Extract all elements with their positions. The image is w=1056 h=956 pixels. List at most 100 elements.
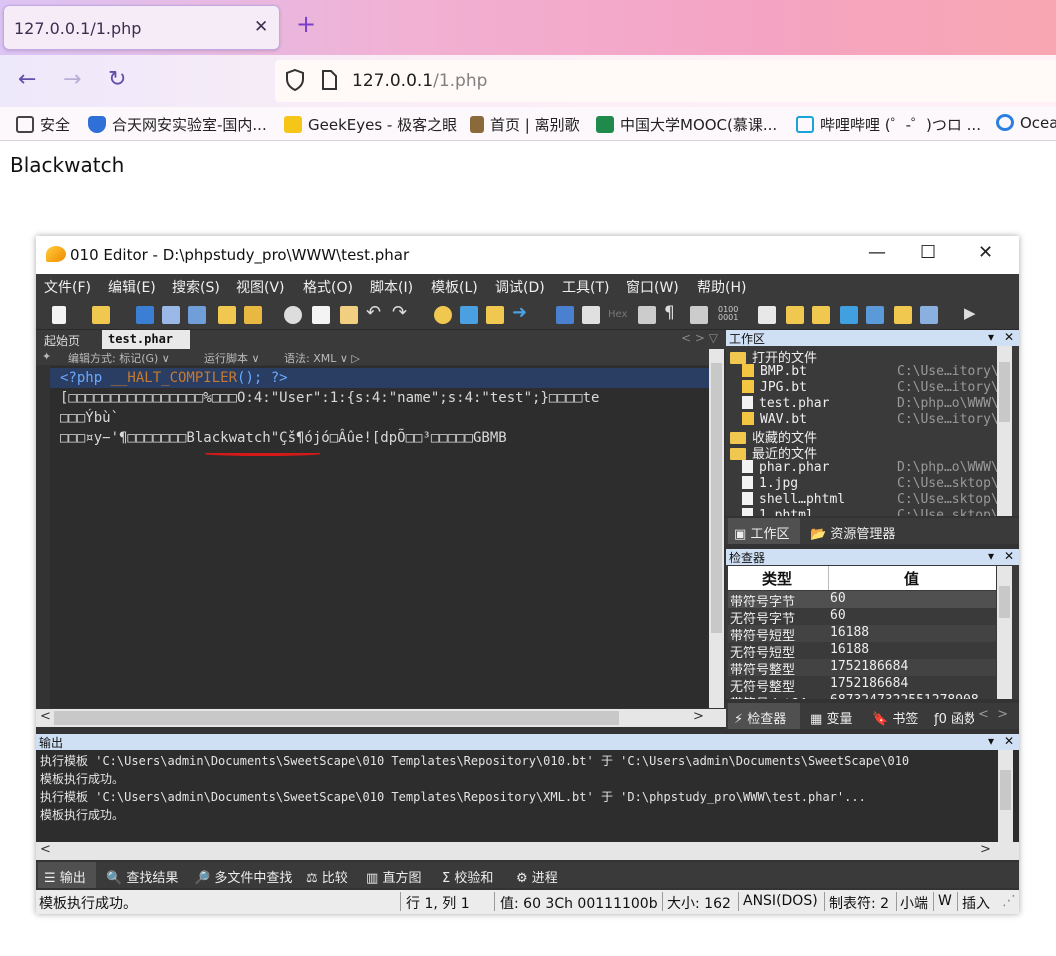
tab-compare[interactable]: ⚖ 比较 — [306, 867, 348, 886]
scroll-left-icon[interactable]: < — [40, 842, 51, 857]
address-bar[interactable]: 127.0.0.1/1.php — [275, 60, 1056, 102]
browser-tab[interactable]: 127.0.0.1/1.php ✕ — [3, 5, 280, 50]
play-icon[interactable]: ▶ — [964, 304, 982, 322]
open-folder-icon[interactable] — [92, 306, 110, 324]
base-convert-icon[interactable] — [920, 306, 938, 324]
workspace-file-item[interactable]: BMP.bt C:\Use…itory\ — [742, 364, 999, 379]
inspector-row[interactable]: 无符号短型 16188 — [728, 642, 996, 661]
output-scrollbar[interactable] — [998, 750, 1013, 842]
resize-grip-icon[interactable]: ⋰ — [1002, 893, 1016, 909]
status-encoding[interactable]: ANSI(DOS) — [743, 893, 818, 909]
tab-bookmarks[interactable]: 🔖 书签 — [872, 708, 918, 727]
scrollbar-thumb[interactable] — [1000, 770, 1011, 810]
columns-icon[interactable] — [638, 306, 656, 324]
new-tab-plus-icon[interactable]: + — [296, 10, 316, 38]
bookmark-hetian[interactable]: 合天网安实验室-国内... — [88, 114, 267, 135]
bookmark-folder-security[interactable]: 安全 — [16, 114, 70, 135]
inspector-row[interactable]: 带符号 Int64 6873247322551278908 — [728, 693, 996, 699]
workspace-icon[interactable] — [244, 306, 262, 324]
workspace-file-item[interactable]: 1.phtml C:\Use…sktop\ — [742, 508, 997, 516]
hex-icon[interactable]: Hex — [608, 309, 627, 327]
text-layout-icon[interactable] — [690, 306, 708, 324]
scrollbar-thumb[interactable] — [999, 362, 1010, 422]
run-script-dropdown[interactable]: 运行脚本 ∨ — [204, 350, 260, 366]
status-value[interactable]: 值: 60 3Ch 00111100b — [500, 893, 658, 913]
menu-help[interactable]: 帮助(H) — [697, 277, 746, 297]
replace-icon[interactable] — [460, 306, 478, 324]
paste-icon[interactable] — [340, 306, 358, 324]
workspace-file-item[interactable]: test.phar D:\php…o\WWW\ — [742, 396, 999, 411]
workspace-file-item[interactable]: WAV.bt C:\Use…itory\ — [742, 412, 999, 427]
save-as-icon[interactable] — [162, 306, 180, 324]
code-editor[interactable]: <?php __HALT_COMPILER(); ?> [□□□□□□□□□□□… — [50, 366, 709, 708]
bookmark-geekeyes[interactable]: GeekEyes - 极客之眼 — [284, 114, 457, 135]
tab-explorer[interactable]: 📂 资源管理器 — [810, 523, 895, 542]
dropdown-icon[interactable]: ▾ — [988, 549, 994, 563]
save-icon[interactable] — [136, 306, 154, 324]
dropdown-icon[interactable]: ▾ — [988, 330, 994, 344]
find-in-files-icon[interactable] — [486, 306, 504, 324]
close-icon[interactable]: ✕ — [1004, 549, 1014, 563]
status-tab-size[interactable]: 制表符: 2 — [829, 893, 889, 913]
tab-scroll-arrows[interactable]: < > ▽ — [681, 331, 718, 345]
checksum-icon[interactable] — [894, 306, 912, 324]
menu-file[interactable]: 文件(F) — [44, 277, 91, 297]
status-size[interactable]: 大小: 162 — [667, 893, 731, 913]
menu-format[interactable]: 格式(O) — [303, 277, 353, 297]
calculator-icon[interactable] — [758, 306, 776, 324]
status-insert-mode[interactable]: 插入 — [962, 893, 990, 913]
new-file-icon[interactable] — [52, 306, 66, 324]
close-icon[interactable]: ✕ — [978, 242, 993, 263]
compare-icon[interactable] — [812, 306, 830, 324]
bookmark-homepage[interactable]: 首页 | 离别歌 — [470, 114, 580, 135]
code-vertical-scrollbar[interactable] — [709, 349, 724, 708]
folder-icon[interactable] — [218, 306, 236, 324]
menu-debug[interactable]: 调试(D) — [495, 277, 545, 297]
close-icon[interactable]: ✕ — [1004, 330, 1014, 344]
forward-arrow-icon[interactable]: → — [63, 67, 81, 92]
inspector-row[interactable]: 无符号字节 60 — [728, 608, 996, 627]
inspector-row[interactable]: 带符号短型 16188 — [728, 625, 996, 644]
tab-workspace[interactable]: ▣ 工作区 — [728, 518, 800, 544]
histogram-icon[interactable] — [866, 306, 884, 324]
inspector-row[interactable]: 带符号字节 60 — [728, 591, 996, 610]
find-icon[interactable] — [434, 306, 452, 324]
syntax-dropdown[interactable]: 语法: XML ∨ ▷ — [284, 350, 360, 366]
dropdown-icon[interactable]: ▾ — [988, 734, 994, 748]
tab-scroll-arrows[interactable]: < > — [978, 707, 1008, 722]
pilcrow-icon[interactable]: ¶ — [664, 303, 682, 323]
workspace-scrollbar[interactable] — [997, 346, 1012, 516]
percent-icon[interactable] — [840, 306, 858, 324]
tab-find-results[interactable]: 🔍 查找结果 — [106, 867, 178, 886]
inspector-scrollbar[interactable] — [997, 566, 1012, 699]
close-icon[interactable]: ✕ — [254, 17, 268, 37]
tab-histogram[interactable]: ▥ 直方图 — [366, 867, 421, 886]
workspace-file-item[interactable]: 1.jpg C:\Use…sktop\ — [742, 476, 999, 491]
bookmark-bilibili[interactable]: 哔哩哔哩 (゜-゜)つロ ... — [796, 114, 981, 135]
inspector-row[interactable]: 无符号整型 1752186684 — [728, 676, 996, 695]
tab-start-page[interactable]: 起始页 — [44, 332, 80, 349]
tab-checksum[interactable]: Σ 校验和 — [442, 867, 493, 886]
tab-find-in-files[interactable]: 🔎 多文件中查找 — [194, 867, 292, 886]
menu-script[interactable]: 脚本(I) — [370, 277, 413, 297]
url-text[interactable]: 127.0.0.1/1.php — [352, 71, 487, 91]
workspace-file-item[interactable]: JPG.bt C:\Use…itory\ — [742, 380, 999, 395]
inspector-row[interactable]: 带符号整型 1752186684 — [728, 659, 996, 678]
menu-template[interactable]: 模板(L) — [431, 277, 478, 297]
edit-mode-dropdown[interactable]: 编辑方式: 标记(G) ∨ — [68, 350, 170, 366]
copy-icon[interactable] — [312, 306, 330, 324]
bookmark-mooc[interactable]: 中国大学MOOC(慕课... — [596, 114, 777, 135]
redo-icon[interactable]: ↷ — [392, 302, 410, 323]
tab-functions[interactable]: ƒ0 函数 — [934, 708, 974, 727]
close-icon[interactable]: ✕ — [1004, 734, 1014, 748]
tab-process[interactable]: ⚙ 进程 — [516, 867, 558, 886]
status-position[interactable]: 行 1, 列 1 — [406, 893, 470, 913]
back-arrow-icon[interactable]: ← — [18, 67, 36, 92]
workspace-file-item[interactable]: shell…phtml C:\Use…sktop\ — [742, 492, 999, 507]
tab-test-phar[interactable]: test.phar ✕ — [102, 330, 190, 360]
binary-icon[interactable]: 0100 0001 — [718, 306, 738, 324]
cut-icon[interactable] — [284, 306, 302, 324]
collapse-icon[interactable]: ✦ — [42, 350, 51, 363]
undo-icon[interactable]: ↶ — [366, 302, 384, 323]
tab-variables[interactable]: ▦ 变量 — [810, 708, 852, 727]
